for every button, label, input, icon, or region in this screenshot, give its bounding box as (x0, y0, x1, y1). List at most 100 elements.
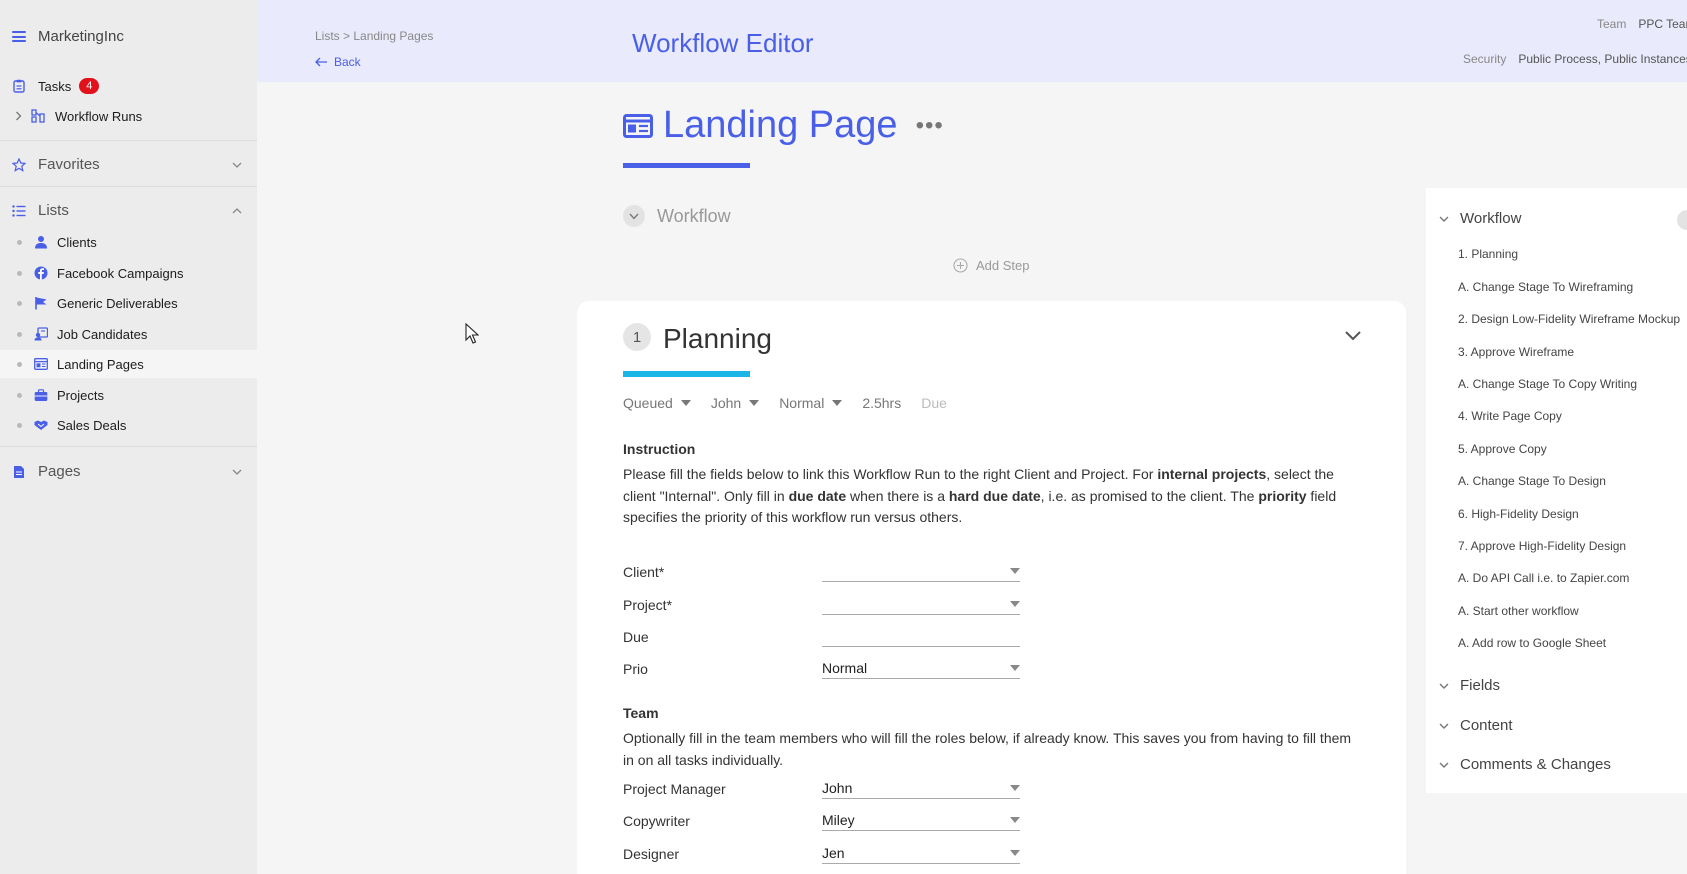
outline-step[interactable]: A. Change Stage To Copy Writing (1458, 377, 1637, 391)
sidebar-item-landing-pages[interactable]: Landing Pages (0, 350, 257, 378)
pages-label: Pages (38, 463, 81, 480)
sidebar-item-label: Clients (57, 234, 97, 250)
pages-section[interactable]: Pages (0, 446, 257, 492)
sidebar-item-label: Job Candidates (57, 326, 148, 342)
team-heading: Team (623, 705, 659, 721)
instruction-text: Please fill the fields below to link thi… (623, 466, 1337, 525)
priority-dropdown[interactable]: Normal (779, 395, 843, 411)
chevron-right-icon[interactable] (15, 109, 23, 124)
outline-fields-label: Fields (1460, 677, 1501, 694)
outline-step[interactable]: 1. Planning (1458, 247, 1518, 261)
caret-down-icon (749, 400, 760, 406)
bullet (17, 361, 22, 367)
caret-down-icon (1010, 817, 1020, 823)
add-step-button[interactable]: Add Step (953, 258, 1030, 273)
chevron-down-icon[interactable] (1344, 329, 1362, 343)
project-select[interactable] (822, 593, 1020, 615)
outline-workflow-header[interactable]: Workflow (1438, 210, 1521, 227)
outline-step[interactable]: 2. Design Low-Fidelity Wireframe Mockup (1458, 312, 1680, 326)
sidebar: MarketingInc Tasks 4 Workflow Runs Favor… (0, 0, 257, 874)
outline-step[interactable]: A. Change Stage To Design (1458, 474, 1606, 488)
team-value: PPC Team (1638, 17, 1687, 31)
copywriter-label: Copywriter (623, 813, 690, 829)
menu-icon[interactable] (12, 31, 26, 42)
more-options-icon[interactable]: ••• (916, 112, 944, 140)
sidebar-item-projects[interactable]: Projects (0, 385, 257, 405)
team-text: Optionally fill in the team members who … (623, 730, 1352, 768)
id-card-icon (34, 327, 48, 341)
plus-circle-icon (953, 258, 968, 273)
caret-down-icon (1010, 850, 1020, 856)
assignee-dropdown[interactable]: John (710, 395, 760, 411)
layout-icon (34, 357, 48, 371)
sidebar-item-clients[interactable]: Clients (0, 232, 257, 252)
chevron-down-icon[interactable] (231, 466, 243, 478)
client-label: Client* (623, 564, 665, 580)
chevron-down-icon[interactable] (623, 205, 645, 227)
outline-content-header[interactable]: Content (1438, 717, 1513, 734)
chevron-down-icon (1439, 723, 1449, 729)
back-link[interactable]: Back (315, 55, 361, 69)
outline-fields-header[interactable]: Fields (1438, 677, 1500, 694)
outline-step[interactable]: A. Add row to Google Sheet (1458, 636, 1606, 650)
sidebar-item-generic-deliverables[interactable]: Generic Deliverables (0, 293, 257, 313)
copywriter-select[interactable]: Miley (822, 809, 1020, 831)
outline-step[interactable]: 3. Approve Wireframe (1458, 345, 1574, 359)
caret-down-icon (1010, 665, 1020, 671)
status-value: Queued (623, 395, 673, 411)
status-dropdown[interactable]: Queued (623, 395, 691, 411)
handshake-icon (34, 418, 48, 432)
header (257, 0, 1687, 82)
client-select[interactable] (822, 560, 1020, 582)
star-icon (12, 157, 26, 172)
security-meta[interactable]: Security Public Process, Public Instances (1463, 52, 1687, 66)
outline-panel: Workflow 1. Planning A. Change Stage To … (1426, 188, 1687, 793)
outline-step[interactable]: 7. Approve High-Fidelity Design (1458, 539, 1626, 553)
sidebar-item-job-candidates[interactable]: Job Candidates (0, 324, 257, 344)
outline-step[interactable]: 4. Write Page Copy (1458, 409, 1562, 423)
caret-down-icon (1010, 568, 1020, 574)
back-label: Back (334, 55, 361, 69)
bullet (17, 300, 22, 306)
bullet (17, 422, 22, 428)
sidebar-item-label: Landing Pages (57, 356, 144, 372)
team-meta[interactable]: Team PPC Team (1597, 17, 1687, 31)
add-step-label: Add Step (976, 258, 1030, 273)
sidebar-item-workflow-runs[interactable]: Workflow Runs (0, 106, 257, 126)
tasks-count-badge: 4 (79, 78, 100, 94)
sidebar-item-label: Facebook Campaigns (57, 265, 184, 281)
assignee-value: John (710, 395, 742, 411)
outline-step[interactable]: 6. High-Fidelity Design (1458, 507, 1579, 521)
duration-value[interactable]: 2.5hrs (862, 395, 901, 411)
due-date-input[interactable] (822, 625, 1020, 647)
lists-header[interactable]: Lists (12, 202, 69, 219)
sidebar-item-sales-deals[interactable]: Sales Deals (0, 415, 257, 435)
sidebar-item-facebook-campaigns[interactable]: Facebook Campaigns (0, 263, 257, 283)
clipboard-icon (12, 79, 26, 93)
chevron-down-icon (1439, 216, 1449, 222)
prio-select[interactable]: Normal (822, 657, 1020, 679)
sidebar-item-tasks[interactable]: Tasks 4 (0, 76, 257, 96)
bullet (17, 392, 22, 398)
workflow-label: Workflow (657, 205, 731, 226)
designer-select[interactable]: Jen (822, 842, 1020, 864)
outline-step[interactable]: A. Do API Call i.e. to Zapier.com (1458, 571, 1629, 585)
brand[interactable]: MarketingInc (12, 28, 124, 45)
breadcrumb[interactable]: Lists > Landing Pages (315, 29, 433, 43)
outline-step[interactable]: 5. Approve Copy (1458, 442, 1547, 456)
project-manager-select[interactable]: John (822, 777, 1020, 799)
workflow-toggle[interactable]: Workflow (623, 205, 731, 227)
sidebar-item-label: Workflow Runs (55, 108, 143, 124)
due-field[interactable]: Due (921, 395, 947, 411)
chevron-down-icon[interactable] (231, 159, 243, 171)
step-meta: Queued John Normal 2.5hrs Due (623, 395, 947, 411)
prio-label: Prio (623, 661, 648, 677)
bullet (17, 331, 22, 337)
outline-step[interactable]: A. Start other workflow (1458, 604, 1579, 618)
outline-step[interactable]: A. Change Stage To Wireframing (1458, 280, 1633, 294)
security-key: Security (1463, 52, 1507, 66)
chevron-up-icon[interactable] (231, 205, 243, 217)
due-label: Due (623, 629, 649, 645)
favorites-section[interactable]: Favorites (0, 140, 257, 186)
outline-comments-header[interactable]: Comments & Changes (1438, 756, 1611, 773)
